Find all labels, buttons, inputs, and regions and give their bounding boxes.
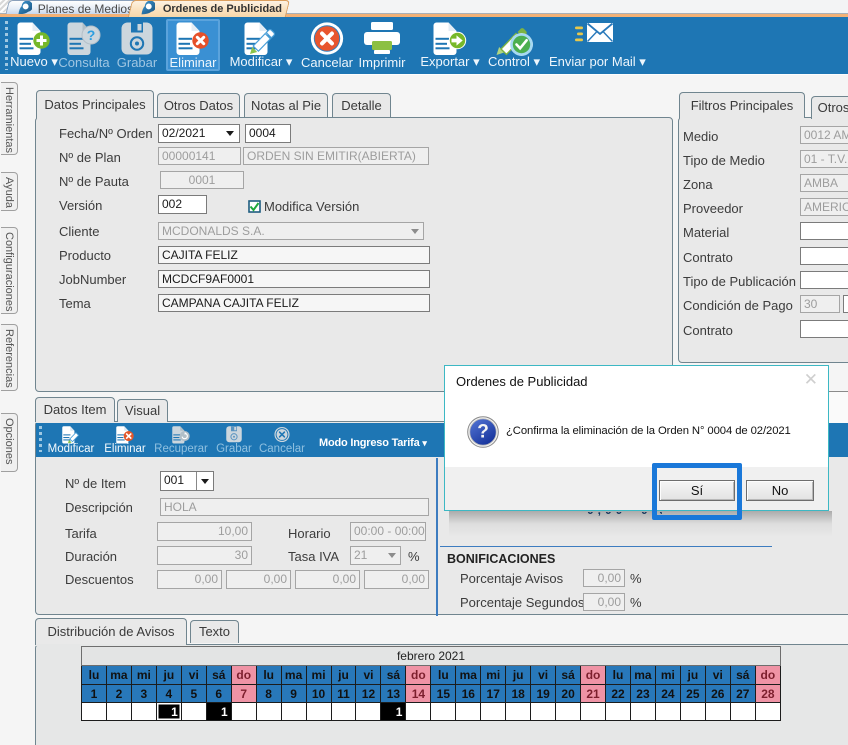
svg-text:?: ? [477,422,489,443]
